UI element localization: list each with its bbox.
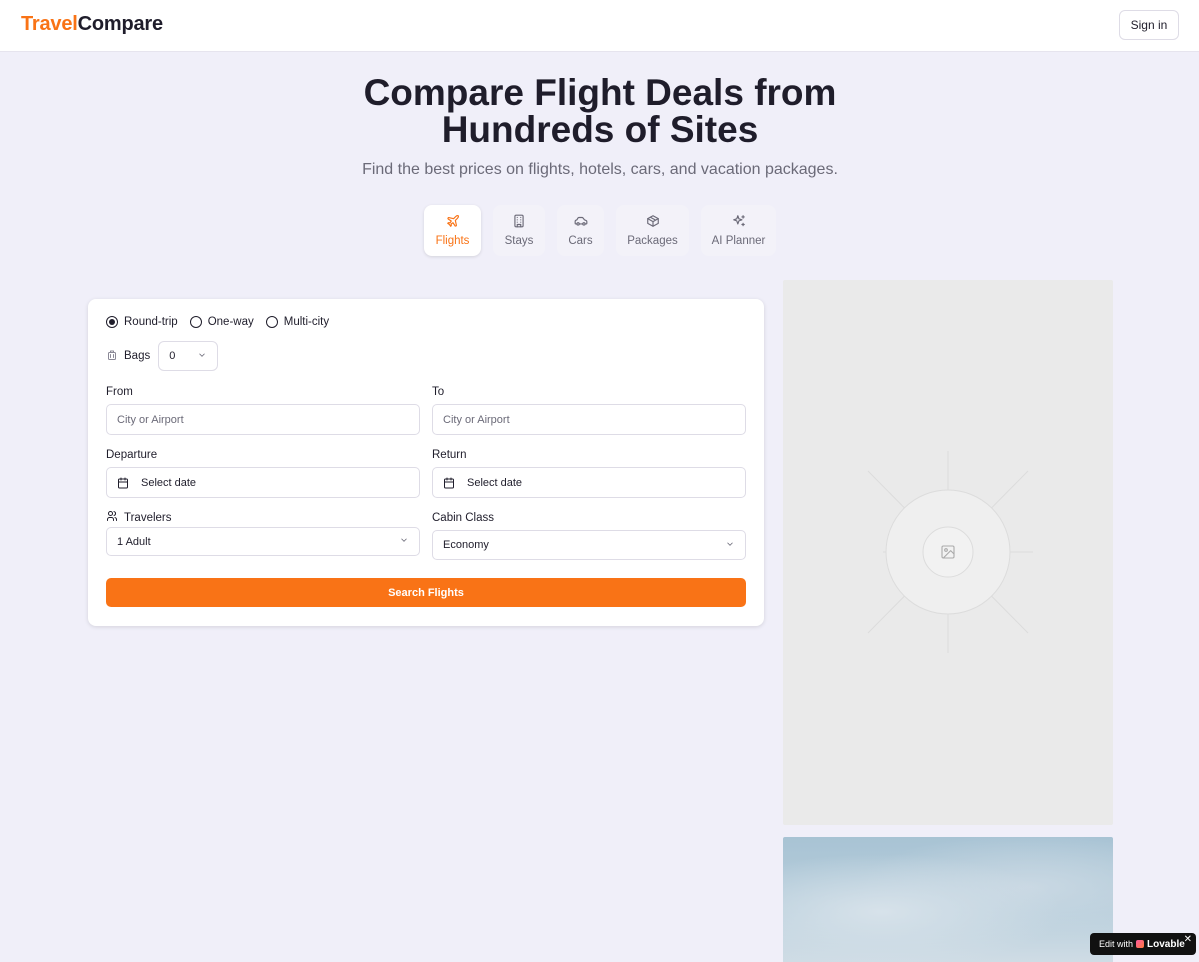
bags-label: Bags xyxy=(124,350,151,362)
top-bar: TravelCompare Sign in xyxy=(0,0,1199,52)
from-input[interactable]: City or Airport xyxy=(106,404,420,435)
return-value: Select date xyxy=(467,476,523,489)
tab-flights[interactable]: Flights xyxy=(424,205,481,256)
travelers-select[interactable]: 1 Adult xyxy=(106,527,420,556)
chevron-down-icon xyxy=(197,350,207,363)
bags-select[interactable]: 0 xyxy=(158,341,219,371)
tab-stays[interactable]: Stays xyxy=(493,205,545,256)
return-label: Return xyxy=(432,449,467,461)
search-flights-button[interactable]: Search Flights xyxy=(106,578,746,607)
radio-selected-icon xyxy=(106,316,118,328)
building-icon xyxy=(512,214,526,231)
trip-type-multi-city[interactable]: Multi-city xyxy=(265,316,330,328)
logo[interactable]: TravelCompare xyxy=(21,13,163,36)
from-placeholder: City or Airport xyxy=(117,413,184,426)
image-icon xyxy=(940,544,956,565)
sign-in-button[interactable]: Sign in xyxy=(1119,10,1179,40)
tab-cars-label: Cars xyxy=(568,235,593,247)
return-date-button[interactable]: Select date xyxy=(432,467,746,498)
page-title: Compare Flight Deals from Hundreds of Si… xyxy=(300,74,900,148)
to-label: To xyxy=(432,386,445,398)
bags-row: Bags 0 xyxy=(106,341,219,371)
calendar-icon xyxy=(117,477,129,489)
logo-travel: Travel xyxy=(21,13,78,35)
tab-ai-planner[interactable]: AI Planner xyxy=(701,205,776,256)
trip-type-round-trip[interactable]: Round-trip xyxy=(106,316,178,328)
trip-type-label: Round-trip xyxy=(124,316,178,328)
departure-value: Select date xyxy=(141,476,197,489)
plane-icon xyxy=(446,214,460,231)
to-input[interactable]: City or Airport xyxy=(432,404,746,435)
travelers-label: Travelers xyxy=(124,511,172,524)
cabin-class-label: Cabin Class xyxy=(432,512,494,524)
sparkles-icon xyxy=(732,214,746,231)
edit-with-lovable-badge[interactable]: Edit with Lovable ✕ xyxy=(1090,933,1196,955)
package-icon xyxy=(646,214,660,231)
car-icon xyxy=(574,214,588,231)
bags-value: 0 xyxy=(169,350,176,362)
calendar-icon xyxy=(443,477,455,489)
departure-label: Departure xyxy=(106,449,158,461)
chevron-down-icon xyxy=(399,535,409,548)
chevron-down-icon xyxy=(725,539,735,552)
tab-ai-planner-label: AI Planner xyxy=(711,235,766,247)
lovable-heart-icon xyxy=(1136,940,1145,948)
users-icon xyxy=(106,510,118,525)
trip-type-group: Round-trip One-way Multi-city xyxy=(106,316,329,328)
logo-compare: Compare xyxy=(77,13,163,35)
tab-flights-label: Flights xyxy=(435,235,470,247)
radio-empty-icon xyxy=(265,316,278,328)
tab-stays-label: Stays xyxy=(504,235,534,247)
luggage-icon xyxy=(106,349,118,364)
image-placeholder xyxy=(783,280,1113,825)
tab-packages-label: Packages xyxy=(627,235,678,247)
trip-type-label: One-way xyxy=(207,316,254,328)
tab-packages[interactable]: Packages xyxy=(616,205,689,256)
page-title-line-2: Hundreds of Sites xyxy=(441,109,759,150)
from-label: From xyxy=(106,386,133,398)
flight-search-card: Round-trip One-way Multi-city Bags 0 Fro… xyxy=(88,299,764,626)
page-subtitle: Find the best prices on flights, hotels,… xyxy=(362,161,838,178)
travelers-value: 1 Adult xyxy=(117,535,151,548)
tab-cars[interactable]: Cars xyxy=(557,205,604,256)
radio-empty-icon xyxy=(189,316,202,328)
badge-brand: Lovable xyxy=(1147,938,1185,950)
departure-date-button[interactable]: Select date xyxy=(106,467,420,498)
trip-type-one-way[interactable]: One-way xyxy=(189,316,254,328)
cabin-class-value: Economy xyxy=(443,539,489,551)
travelers-label-row: Travelers xyxy=(106,510,172,525)
close-icon[interactable]: ✕ xyxy=(1184,934,1192,945)
badge-prefix: Edit with xyxy=(1099,939,1134,949)
to-placeholder: City or Airport xyxy=(443,413,510,426)
cabin-class-select[interactable]: Economy xyxy=(432,530,746,560)
sky-image xyxy=(783,837,1113,962)
trip-type-label: Multi-city xyxy=(283,316,330,328)
page-title-line-1: Compare Flight Deals from xyxy=(363,72,837,113)
